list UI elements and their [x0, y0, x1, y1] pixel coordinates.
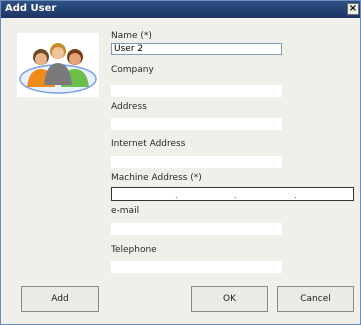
dialog-title: Add User	[5, 3, 57, 14]
add-button[interactable]: Add	[21, 286, 99, 312]
email-field[interactable]	[111, 223, 282, 235]
mac-separator: .	[175, 191, 178, 200]
users-group-icon	[17, 33, 99, 97]
avatar-graphic	[19, 43, 97, 94]
mac-separator: .	[294, 191, 297, 200]
company-label: Company	[111, 65, 154, 75]
ok-button[interactable]: OK	[191, 286, 268, 312]
name-label: Name (*)	[111, 31, 152, 41]
title-bar: Add User ×	[1, 1, 360, 18]
cancel-button[interactable]: Cancel	[277, 286, 354, 312]
email-label: e-mail	[111, 206, 140, 216]
close-icon: ×	[348, 3, 358, 14]
address-field[interactable]	[111, 118, 282, 130]
name-field[interactable]	[111, 43, 282, 55]
machine-address-field[interactable]: . . .	[111, 187, 354, 201]
add-user-dialog: Add User × Name (*) Company Address Inte…	[0, 0, 361, 325]
address-label: Address	[111, 102, 147, 112]
internet-address-field[interactable]	[111, 156, 282, 168]
machine-address-label: Machine Address (*)	[111, 173, 202, 183]
close-button[interactable]: ×	[347, 3, 359, 15]
telephone-field[interactable]	[111, 261, 282, 273]
internet-address-label: Internet Address	[111, 139, 186, 149]
mac-separator: .	[234, 191, 237, 200]
telephone-label: Telephone	[111, 245, 157, 255]
company-field[interactable]	[111, 85, 282, 97]
